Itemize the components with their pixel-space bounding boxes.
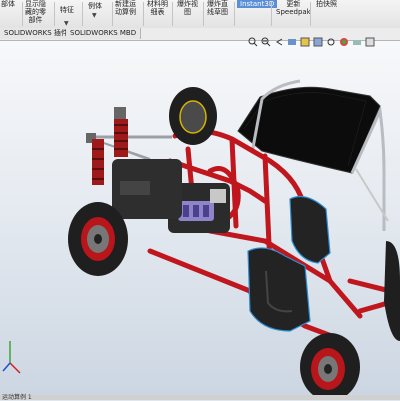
tab-solidworks-addins[interactable]: SOLIDWORKS 插件: [0, 28, 73, 39]
seats: [247, 196, 331, 332]
dropdown-arrow-icon[interactable]: ▼: [92, 12, 97, 19]
front-left-wheel: [68, 202, 128, 276]
coordinate-triad-icon: [2, 341, 21, 374]
view-orientation-icon[interactable]: [300, 32, 310, 47]
ribbon-item-features[interactable]: 特征: [60, 6, 74, 14]
command-ribbon: 部体 显示隐 藏的零 部件 特征 ▼ 例体 ▼ 新建运 动算例 材料明 细表 爆…: [0, 0, 400, 29]
ribbon-item-component[interactable]: 部体: [1, 0, 15, 8]
ribbon-separator: [112, 2, 113, 26]
view-settings-icon[interactable]: [365, 32, 375, 47]
front-right-wheel: [169, 87, 217, 145]
ribbon-item-update-speedpak[interactable]: 更新 Speedpak: [276, 0, 311, 16]
zoom-to-fit-icon[interactable]: [248, 32, 258, 47]
rear-left-wheel: [300, 333, 360, 395]
ribbon-separator: [54, 2, 55, 26]
ribbon-item-show-hidden-components[interactable]: 显示隐 藏的零 部件: [25, 0, 46, 24]
ribbon-separator: [143, 2, 144, 26]
graphics-viewport[interactable]: [0, 41, 400, 395]
ribbon-item-exploded-view[interactable]: 爆炸视 图: [177, 0, 198, 16]
ribbon-separator: [271, 2, 272, 26]
ribbon-separator: [310, 2, 311, 26]
display-style-icon[interactable]: [313, 32, 323, 47]
heads-up-view-toolbar: [248, 30, 375, 47]
previous-view-icon[interactable]: [274, 32, 284, 46]
ribbon-separator: [203, 2, 204, 26]
kart-model[interactable]: [0, 41, 400, 395]
ribbon-item-new-motion-study[interactable]: 新建运 动算例: [115, 0, 136, 16]
ribbon-separator: [22, 2, 23, 26]
motion-study-tab-bar: 运动算例 1: [0, 394, 400, 401]
edit-appearance-icon[interactable]: [339, 32, 349, 46]
apply-scene-icon[interactable]: [352, 32, 362, 45]
ribbon-item-explode-line-sketch[interactable]: 爆炸直 线草图: [207, 0, 228, 16]
ribbon-item-bill-of-materials[interactable]: 材料明 细表: [147, 0, 168, 16]
zoom-area-icon[interactable]: [261, 32, 271, 47]
ribbon-separator: [234, 2, 235, 26]
hide-show-items-icon[interactable]: [326, 32, 336, 46]
section-view-icon[interactable]: [287, 32, 297, 45]
tab-solidworks-mbd[interactable]: SOLIDWORKS MBD: [66, 28, 142, 39]
dropdown-arrow-icon[interactable]: ▼: [64, 20, 69, 27]
ribbon-item-take-snapshot[interactable]: 拍快照: [316, 0, 337, 8]
ribbon-separator: [82, 2, 83, 26]
rear-right-wheel: [384, 241, 400, 341]
ribbon-separator: [172, 2, 173, 26]
ribbon-item-instance[interactable]: 例体: [88, 2, 102, 10]
